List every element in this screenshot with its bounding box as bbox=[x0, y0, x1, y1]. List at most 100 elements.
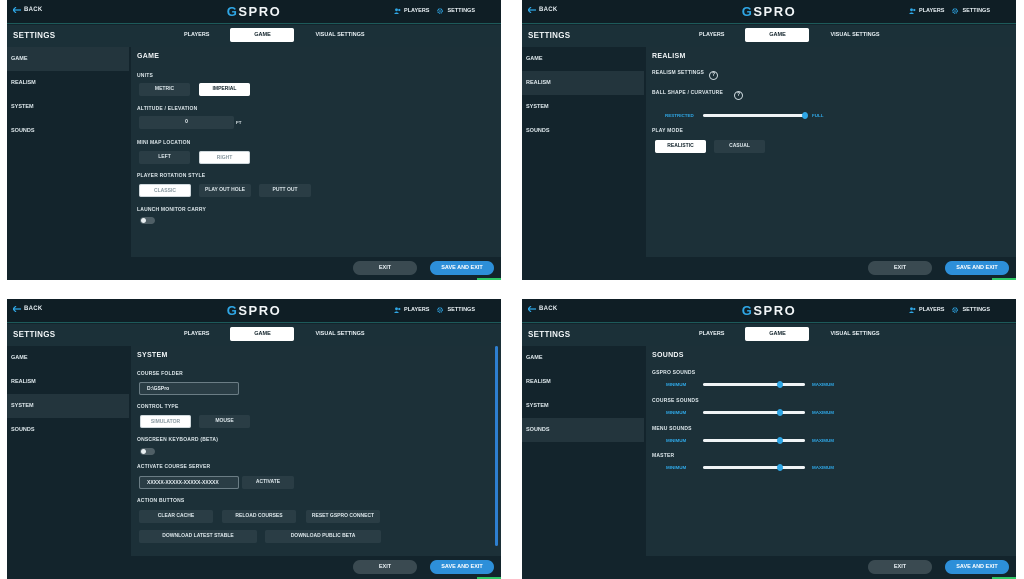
tab-game[interactable]: GAME bbox=[745, 28, 810, 42]
slider-thumb[interactable] bbox=[776, 464, 783, 471]
minimap-label: MINI MAP LOCATION bbox=[137, 140, 191, 146]
course-sounds-slider[interactable] bbox=[703, 409, 805, 416]
help-icon[interactable]: ? bbox=[734, 91, 743, 100]
gear-icon bbox=[437, 307, 444, 313]
exit-button[interactable]: EXIT bbox=[353, 261, 417, 275]
sub-header: SETTINGS PLAYERS GAME VISUAL SETTINGS bbox=[522, 324, 1016, 346]
sidebar-item-system[interactable]: SYSTEM bbox=[7, 394, 129, 418]
units-metric-button[interactable]: METRIC bbox=[139, 83, 190, 96]
course-folder-label: COURSE FOLDER bbox=[137, 371, 183, 377]
sidebar-item-sounds[interactable]: SOUNDS bbox=[7, 418, 129, 442]
reset-gspro-connect-button[interactable]: RESET GSPRO CONNECT bbox=[306, 510, 380, 523]
page-title: SETTINGS bbox=[13, 31, 56, 40]
sidebar-item-realism[interactable]: REALISM bbox=[7, 71, 129, 95]
players-link[interactable]: PLAYERS bbox=[394, 307, 429, 313]
sidebar-item-system[interactable]: SYSTEM bbox=[522, 394, 644, 418]
rotation-putt-out-button[interactable]: PUTT OUT bbox=[259, 184, 311, 197]
slider-thumb[interactable] bbox=[776, 437, 783, 444]
status-line bbox=[992, 278, 1016, 280]
exit-button[interactable]: EXIT bbox=[868, 560, 932, 574]
sub-header: SETTINGS PLAYERS GAME VISUAL SETTINGS bbox=[7, 25, 501, 47]
players-label: PLAYERS bbox=[919, 307, 945, 313]
slider-max-label: MAXIMUM bbox=[812, 382, 834, 387]
sidebar-item-sounds[interactable]: SOUNDS bbox=[522, 418, 644, 442]
tab-players[interactable]: PLAYERS bbox=[177, 28, 216, 42]
sidebar: GAME REALISM SYSTEM SOUNDS bbox=[7, 47, 129, 257]
altitude-input[interactable]: 0 bbox=[139, 116, 234, 129]
settings-link[interactable]: SETTINGS bbox=[952, 8, 990, 14]
sidebar-item-sounds[interactable]: SOUNDS bbox=[7, 119, 129, 143]
tab-players[interactable]: PLAYERS bbox=[692, 327, 731, 341]
reload-courses-button[interactable]: RELOAD COURSES bbox=[222, 510, 296, 523]
sidebar-item-game[interactable]: GAME bbox=[522, 346, 644, 370]
keyboard-toggle[interactable] bbox=[140, 448, 155, 455]
carry-toggle[interactable] bbox=[140, 217, 155, 224]
scrollbar[interactable] bbox=[495, 346, 498, 546]
sidebar-item-game[interactable]: GAME bbox=[7, 47, 129, 71]
toggle-knob bbox=[141, 218, 146, 223]
sidebar-item-game[interactable]: GAME bbox=[522, 47, 644, 71]
tab-players[interactable]: PLAYERS bbox=[692, 28, 731, 42]
gear-icon bbox=[952, 8, 959, 14]
players-link[interactable]: PLAYERS bbox=[909, 307, 944, 313]
rotation-play-out-hole-button[interactable]: PLAY OUT HOLE bbox=[199, 184, 251, 197]
control-simulator-button[interactable]: SIMULATOR bbox=[140, 415, 191, 428]
tab-visual-settings[interactable]: VISUAL SETTINGS bbox=[308, 327, 371, 341]
tab-game[interactable]: GAME bbox=[745, 327, 810, 341]
control-mouse-button[interactable]: MOUSE bbox=[199, 415, 250, 428]
players-link[interactable]: PLAYERS bbox=[909, 8, 944, 14]
tab-visual-settings[interactable]: VISUAL SETTINGS bbox=[823, 28, 886, 42]
menu-sounds-slider[interactable] bbox=[703, 437, 805, 444]
download-latest-stable-button[interactable]: DOWNLOAD LATEST STABLE bbox=[139, 530, 257, 543]
sidebar-item-system[interactable]: SYSTEM bbox=[522, 95, 644, 119]
play-mode-realistic-button[interactable]: REALISTIC bbox=[655, 140, 706, 153]
help-icon[interactable]: ? bbox=[709, 71, 718, 80]
save-and-exit-button[interactable]: SAVE AND EXIT bbox=[945, 261, 1009, 275]
sidebar-item-realism[interactable]: REALISM bbox=[522, 370, 644, 394]
play-mode-casual-button[interactable]: CASUAL bbox=[714, 140, 765, 153]
sidebar-item-game[interactable]: GAME bbox=[7, 346, 129, 370]
tab-visual-settings[interactable]: VISUAL SETTINGS bbox=[823, 327, 886, 341]
carry-label: LAUNCH MONITOR CARRY bbox=[137, 207, 206, 213]
sidebar-item-realism[interactable]: REALISM bbox=[7, 370, 129, 394]
gear-icon bbox=[437, 8, 444, 14]
settings-link[interactable]: SETTINGS bbox=[437, 307, 475, 313]
exit-button[interactable]: EXIT bbox=[868, 261, 932, 275]
tab-players[interactable]: PLAYERS bbox=[177, 327, 216, 341]
sidebar-item-system[interactable]: SYSTEM bbox=[7, 95, 129, 119]
slider-thumb[interactable] bbox=[776, 409, 783, 416]
save-and-exit-button[interactable]: SAVE AND EXIT bbox=[430, 560, 494, 574]
minimap-right-button[interactable]: RIGHT bbox=[199, 151, 250, 164]
tab-game[interactable]: GAME bbox=[230, 327, 295, 341]
download-public-beta-button[interactable]: DOWNLOAD PUBLIC BETA bbox=[265, 530, 381, 543]
settings-link[interactable]: SETTINGS bbox=[437, 8, 475, 14]
slider-min-label: MINIMUM bbox=[666, 438, 687, 443]
master-slider[interactable] bbox=[703, 464, 805, 471]
save-and-exit-button[interactable]: SAVE AND EXIT bbox=[430, 261, 494, 275]
clear-cache-button[interactable]: CLEAR CACHE bbox=[139, 510, 213, 523]
players-label: PLAYERS bbox=[404, 8, 430, 14]
rotation-classic-button[interactable]: CLASSIC bbox=[139, 184, 191, 197]
players-link[interactable]: PLAYERS bbox=[394, 8, 429, 14]
slider-max-label: MAXIMUM bbox=[812, 438, 834, 443]
tab-game[interactable]: GAME bbox=[230, 28, 295, 42]
course-folder-input[interactable]: D:\GSPro bbox=[139, 382, 239, 395]
gspro-sounds-slider[interactable] bbox=[703, 381, 805, 388]
course-server-input[interactable]: XXXXX-XXXXX-XXXXX-XXXXX bbox=[139, 476, 239, 489]
exit-button[interactable]: EXIT bbox=[353, 560, 417, 574]
footer: EXIT SAVE AND EXIT bbox=[7, 556, 501, 579]
minimap-left-button[interactable]: LEFT bbox=[139, 151, 190, 164]
activate-button[interactable]: ACTIVATE bbox=[242, 476, 294, 489]
status-line bbox=[477, 278, 501, 280]
tab-visual-settings[interactable]: VISUAL SETTINGS bbox=[308, 28, 371, 42]
sidebar-item-realism[interactable]: REALISM bbox=[522, 71, 644, 95]
units-imperial-button[interactable]: IMPERIAL bbox=[199, 83, 250, 96]
ball-shape-slider[interactable] bbox=[703, 112, 808, 119]
slider-thumb[interactable] bbox=[776, 381, 783, 388]
settings-link[interactable]: SETTINGS bbox=[952, 307, 990, 313]
sidebar-item-sounds[interactable]: SOUNDS bbox=[522, 119, 644, 143]
sub-header: SETTINGS PLAYERS GAME VISUAL SETTINGS bbox=[7, 324, 501, 346]
slider-thumb[interactable] bbox=[802, 112, 808, 119]
save-and-exit-button[interactable]: SAVE AND EXIT bbox=[945, 560, 1009, 574]
sidebar: GAME REALISM SYSTEM SOUNDS bbox=[7, 346, 129, 556]
